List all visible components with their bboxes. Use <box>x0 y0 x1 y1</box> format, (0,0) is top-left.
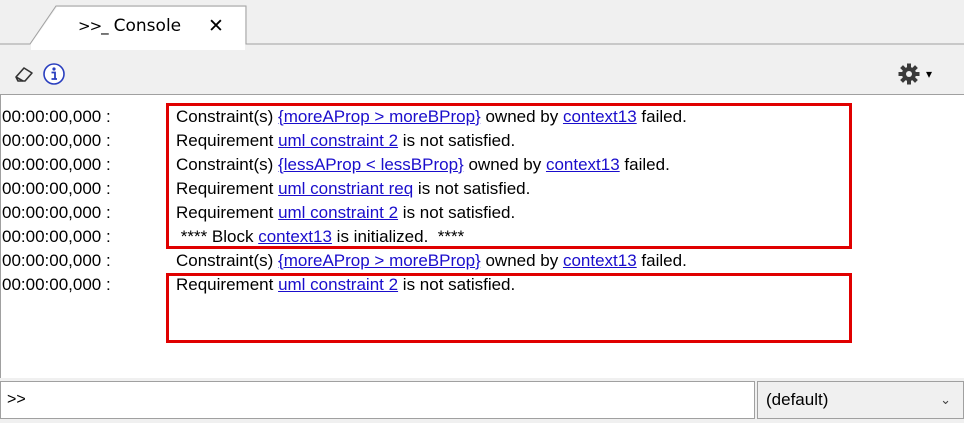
log-text: failed. <box>636 107 687 126</box>
log-timestamp: 00:00:00,000 : <box>2 203 111 222</box>
log-row: 00:00:00,000 : **** Block context13 is i… <box>2 225 687 249</box>
console-toolbar: ▾ <box>0 50 964 94</box>
log-text: Constraint(s) <box>176 155 279 174</box>
gear-icon <box>898 63 920 85</box>
log-timestamp: 00:00:00,000 : <box>2 131 111 150</box>
log-text: failed. <box>636 251 687 270</box>
log-text: owned by <box>480 107 563 126</box>
log-link[interactable]: {moreAProp > moreBProp} <box>278 107 481 126</box>
console-prompt-icon: >>_ <box>78 17 109 35</box>
log-link[interactable]: context13 <box>258 227 332 246</box>
log-text: is not satisfied. <box>413 179 531 198</box>
log-link[interactable]: context13 <box>563 251 637 270</box>
log-row: 00:00:00,000 : Requirement uml constraint… <box>2 201 687 225</box>
info-button[interactable] <box>40 60 68 88</box>
close-icon: ✕ <box>208 15 224 37</box>
log-link[interactable]: uml constriant req <box>278 179 413 198</box>
close-tab-button[interactable]: ✕ <box>203 12 229 40</box>
log-timestamp: 00:00:00,000 : <box>2 155 111 174</box>
log-text: is not satisfied. <box>398 275 516 294</box>
log-text: failed. <box>619 155 670 174</box>
log-text: owned by <box>463 155 546 174</box>
log-row: 00:00:00,000 : Constraint(s) {lessAProp <… <box>2 153 687 177</box>
console-output: 00:00:00,000 : Constraint(s) {moreAProp >… <box>0 94 964 378</box>
log-row: 00:00:00,000 : Requirement uml constraint… <box>2 129 687 153</box>
log-text: is not satisfied. <box>398 131 516 150</box>
log-text: owned by <box>480 251 563 270</box>
log-row: 00:00:00,000 : Requirement uml constriant… <box>2 177 687 201</box>
log-link[interactable]: context13 <box>546 155 620 174</box>
log-link[interactable]: uml constraint 2 <box>278 275 398 294</box>
command-input[interactable]: >> <box>0 381 755 419</box>
settings-menu-button[interactable]: ▾ <box>898 60 962 88</box>
log-timestamp: 00:00:00,000 : <box>2 251 111 270</box>
log-link[interactable]: context13 <box>563 107 637 126</box>
log-text: is initialized. **** <box>331 227 465 246</box>
tab-strip: >>_ Console ✕ <box>0 0 964 50</box>
log-link[interactable]: uml constraint 2 <box>278 131 398 150</box>
log-row: 00:00:00,000 : Requirement uml constraint… <box>2 273 687 297</box>
log-timestamp: 00:00:00,000 : <box>2 107 111 126</box>
log-text: is not satisfied. <box>398 203 516 222</box>
log-timestamp: 00:00:00,000 : <box>2 275 111 294</box>
info-icon <box>43 63 65 85</box>
log-text: Requirement <box>176 179 279 198</box>
chevron-down-icon: ▾ <box>926 67 933 81</box>
command-bar: >> (default) ⌄ <box>0 378 964 423</box>
log-link[interactable]: {lessAProp < lessBProp} <box>278 155 464 174</box>
log-text: Requirement <box>176 131 279 150</box>
log-text: Requirement <box>176 275 279 294</box>
log-link[interactable]: {moreAProp > moreBProp} <box>278 251 481 270</box>
tab-console[interactable]: >>_ Console <box>78 12 181 40</box>
log-text: Constraint(s) <box>176 251 279 270</box>
log-text: Requirement <box>176 203 279 222</box>
log-link[interactable]: uml constraint 2 <box>278 203 398 222</box>
tab-title: Console <box>113 16 182 36</box>
clear-console-button[interactable] <box>10 60 38 88</box>
chevron-down-icon: ⌄ <box>940 392 951 407</box>
log-timestamp: 00:00:00,000 : <box>2 179 111 198</box>
log-row: 00:00:00,000 : Constraint(s) {moreAProp >… <box>2 105 687 129</box>
log-row: 00:00:00,000 : Constraint(s) {moreAProp >… <box>2 249 687 273</box>
mode-select[interactable]: (default) ⌄ <box>757 381 964 419</box>
eraser-icon <box>15 67 33 82</box>
log-text: **** Block <box>176 227 259 246</box>
mode-value: (default) <box>766 390 829 409</box>
log-timestamp: 00:00:00,000 : <box>2 227 111 246</box>
command-prompt: >> <box>7 391 26 408</box>
log-text: Constraint(s) <box>176 107 279 126</box>
log-list: 00:00:00,000 : Constraint(s) {moreAProp >… <box>2 105 687 297</box>
